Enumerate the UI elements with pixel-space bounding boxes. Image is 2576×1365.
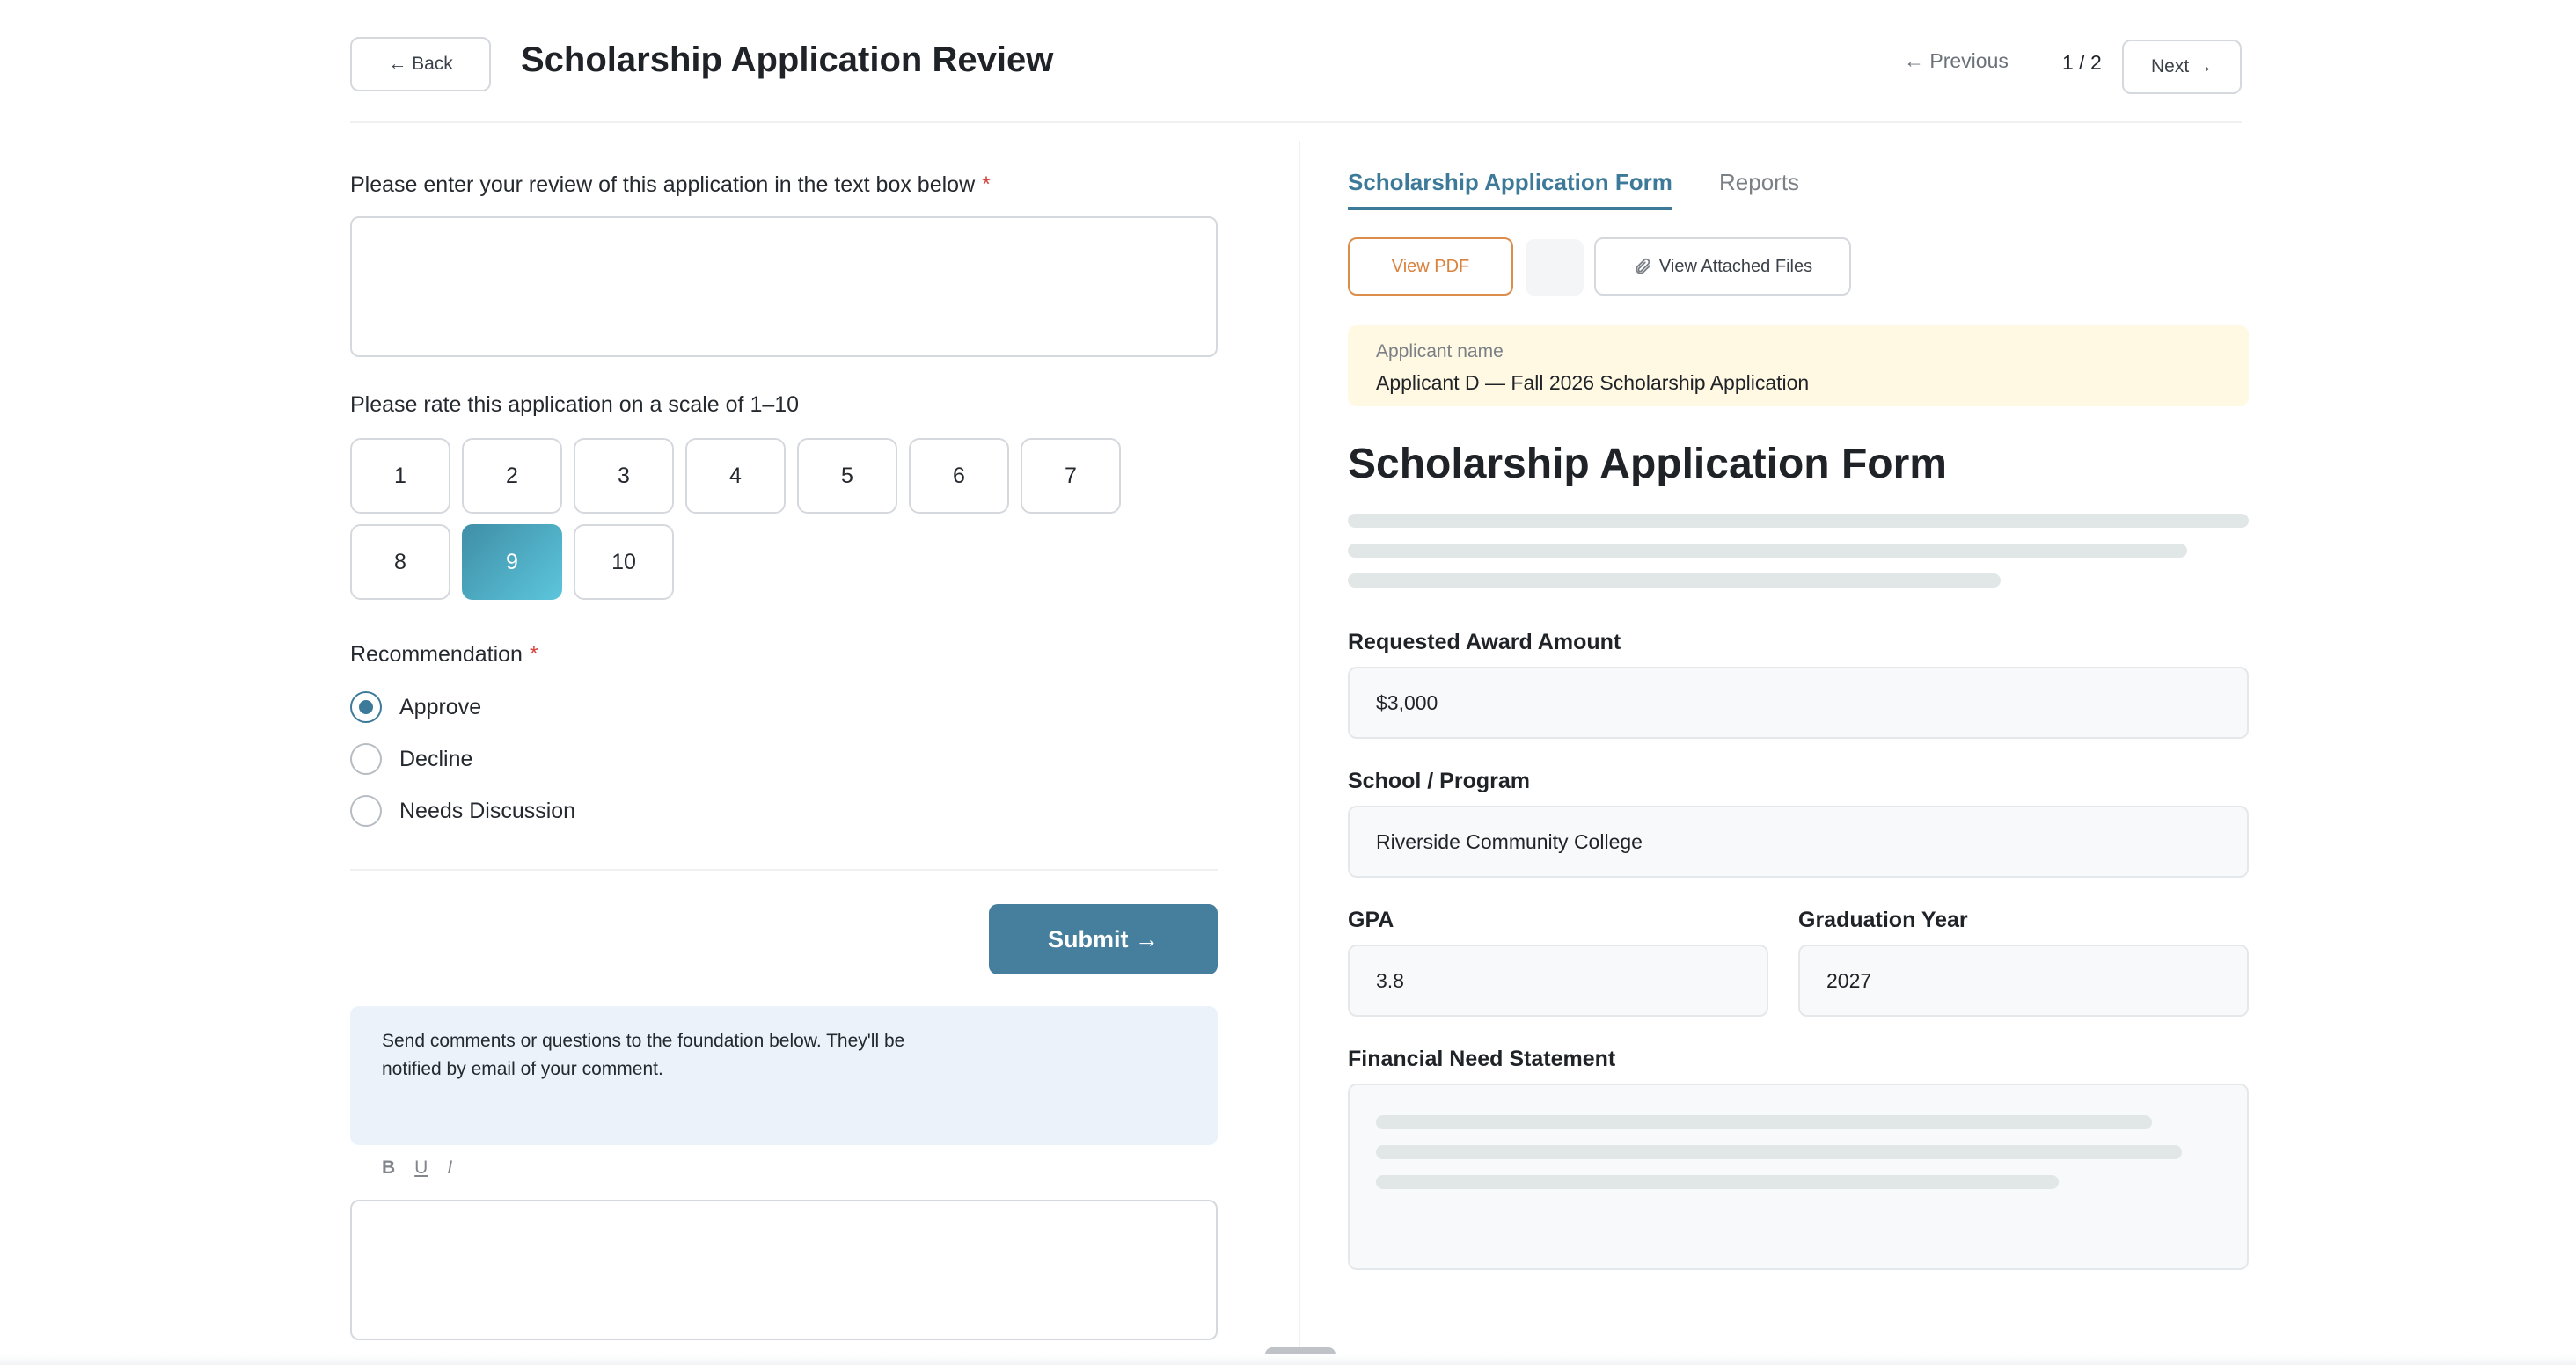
- rating-option-1[interactable]: 1: [350, 438, 450, 514]
- rating-option-10[interactable]: 10: [574, 524, 674, 600]
- radio-label: Decline: [399, 746, 473, 771]
- skeleton-line: [1376, 1145, 2182, 1159]
- applicant-value: Applicant D — Fall 2026 Scholarship Appl…: [1376, 371, 1810, 394]
- skeleton-line: [1348, 544, 2187, 558]
- skeleton-line: [1376, 1115, 2152, 1129]
- applicant-info: Applicant name Applicant D — Fall 2026 S…: [1348, 325, 2249, 406]
- rating-option-6[interactable]: 6: [909, 438, 1009, 514]
- rating-option-5[interactable]: 5: [797, 438, 897, 514]
- recommendation-option[interactable]: Decline: [350, 741, 472, 777]
- rating-prompt: Please rate this application on a scale …: [350, 392, 800, 417]
- radio-button[interactable]: [350, 795, 382, 827]
- radio-label: Needs Discussion: [399, 798, 576, 823]
- rating-option-9[interactable]: 9: [462, 524, 562, 600]
- tab-scholarship-form[interactable]: Scholarship Application Form: [1348, 169, 1672, 210]
- italic-button[interactable]: I: [447, 1157, 452, 1179]
- graduation-year-field: 2027: [1798, 945, 2249, 1017]
- required-mark: *: [529, 642, 538, 667]
- column-divider: [1299, 141, 1300, 1365]
- rating-option-3[interactable]: 3: [574, 438, 674, 514]
- next-button[interactable]: Next →: [2122, 40, 2242, 94]
- underline-button[interactable]: U: [414, 1157, 428, 1179]
- previous-button[interactable]: ← Previous: [1904, 49, 2009, 73]
- award-amount-label: Requested Award Amount: [1348, 630, 1621, 654]
- gpa-label: GPA: [1348, 908, 1394, 932]
- recommendation-option[interactable]: Needs Discussion: [350, 793, 575, 828]
- view-attached-files-label: View Attached Files: [1658, 256, 1813, 276]
- graduation-year-label: Graduation Year: [1798, 908, 1968, 932]
- skeleton-line: [1376, 1175, 2059, 1189]
- form-title: Scholarship Application Form: [1348, 441, 1947, 487]
- radio-button[interactable]: [350, 691, 382, 723]
- award-amount-field: $3,000: [1348, 667, 2249, 739]
- rating-option-7[interactable]: 7: [1021, 438, 1121, 514]
- page-header: ← Back Scholarship Application Review ← …: [350, 35, 2242, 123]
- back-button[interactable]: ← Back: [350, 37, 491, 91]
- school-label: School / Program: [1348, 769, 1530, 793]
- comments-notice: Send comments or questions to the founda…: [350, 1006, 1218, 1145]
- section-divider: [350, 869, 1218, 871]
- placeholder-button[interactable]: [1526, 239, 1584, 296]
- gpa-field: 3.8: [1348, 945, 1768, 1017]
- skeleton-line: [1348, 573, 2001, 588]
- view-pdf-button[interactable]: View PDF: [1348, 237, 1513, 296]
- rating-option-4[interactable]: 4: [685, 438, 786, 514]
- view-attached-files-button[interactable]: View Attached Files: [1594, 237, 1851, 296]
- submit-button[interactable]: Submit →: [989, 904, 1218, 974]
- recommendation-label: Recommendation *: [350, 642, 538, 667]
- radio-label: Approve: [399, 694, 482, 719]
- need-statement-label: Financial Need Statement: [1348, 1047, 1616, 1071]
- recommendation-option[interactable]: Approve: [350, 690, 481, 725]
- comment-textarea[interactable]: [350, 1200, 1218, 1340]
- tab-reports[interactable]: Reports: [1719, 169, 1799, 196]
- radio-button[interactable]: [350, 743, 382, 775]
- paperclip-icon: [1636, 258, 1651, 274]
- page-title: Scholarship Application Review: [521, 40, 1054, 79]
- bold-button[interactable]: B: [382, 1157, 395, 1179]
- rating-option-8[interactable]: 8: [350, 524, 450, 600]
- review-prompt: Please enter your review of this applica…: [350, 172, 991, 197]
- page-indicator: 1 / 2: [2062, 51, 2102, 74]
- review-textarea[interactable]: [350, 216, 1218, 357]
- bottom-fade: [0, 1354, 2576, 1365]
- applicant-label: Applicant name: [1376, 341, 1504, 361]
- rating-option-2[interactable]: 2: [462, 438, 562, 514]
- skeleton-line: [1348, 514, 2249, 528]
- comment-toolbar: B U I: [382, 1157, 452, 1179]
- school-field: Riverside Community College: [1348, 806, 2249, 878]
- required-mark: *: [982, 172, 991, 197]
